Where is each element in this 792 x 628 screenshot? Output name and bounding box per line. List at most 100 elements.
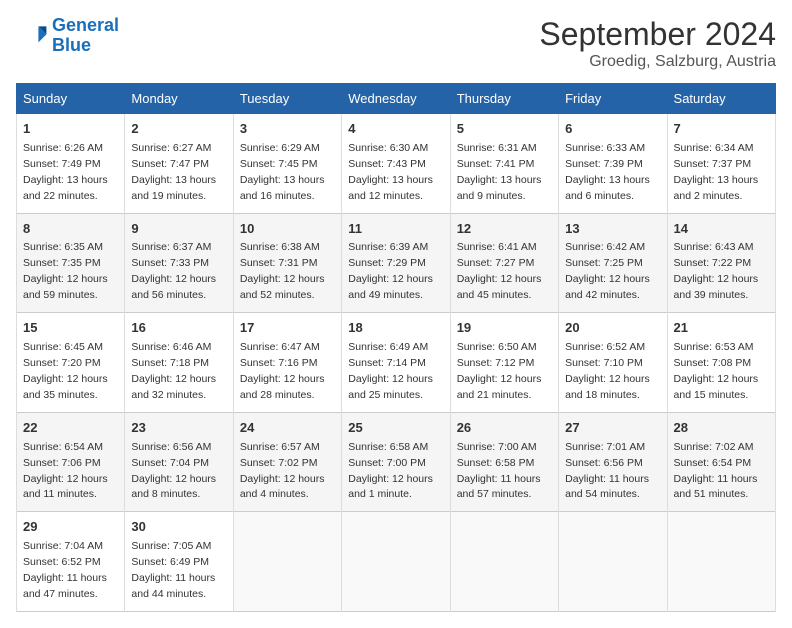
day-number: 1 bbox=[23, 120, 118, 139]
day-number: 8 bbox=[23, 220, 118, 239]
week-row-4: 22 Sunrise: 6:54 AM Sunset: 7:06 PM Dayli… bbox=[17, 412, 776, 512]
day-info: Sunrise: 6:47 AM Sunset: 7:16 PM Dayligh… bbox=[240, 341, 325, 401]
day-number: 3 bbox=[240, 120, 335, 139]
day-info: Sunrise: 6:43 AM Sunset: 7:22 PM Dayligh… bbox=[674, 241, 759, 301]
day-number: 18 bbox=[348, 319, 443, 338]
col-header-saturday: Saturday bbox=[667, 84, 775, 114]
page-header: General Blue September 2024 Groedig, Sal… bbox=[16, 16, 776, 71]
col-header-monday: Monday bbox=[125, 84, 233, 114]
day-cell: 23 Sunrise: 6:56 AM Sunset: 7:04 PM Dayli… bbox=[125, 412, 233, 512]
logo-icon bbox=[16, 20, 48, 52]
day-cell: 27Sunrise: 7:01 AM Sunset: 6:56 PM Dayli… bbox=[559, 412, 667, 512]
day-cell: 14 Sunrise: 6:43 AM Sunset: 7:22 PM Dayli… bbox=[667, 213, 775, 313]
day-info: Sunrise: 6:27 AM Sunset: 7:47 PM Dayligh… bbox=[131, 142, 216, 202]
day-info: Sunrise: 6:34 AM Sunset: 7:37 PM Dayligh… bbox=[674, 142, 759, 202]
day-number: 9 bbox=[131, 220, 226, 239]
day-number: 16 bbox=[131, 319, 226, 338]
day-cell bbox=[559, 512, 667, 612]
col-header-tuesday: Tuesday bbox=[233, 84, 341, 114]
day-info: Sunrise: 6:58 AM Sunset: 7:00 PM Dayligh… bbox=[348, 441, 433, 501]
day-cell: 25 Sunrise: 6:58 AM Sunset: 7:00 PM Dayli… bbox=[342, 412, 450, 512]
logo: General Blue bbox=[16, 16, 119, 56]
day-info: Sunrise: 6:57 AM Sunset: 7:02 PM Dayligh… bbox=[240, 441, 325, 501]
day-cell: 13 Sunrise: 6:42 AM Sunset: 7:25 PM Dayli… bbox=[559, 213, 667, 313]
day-cell bbox=[667, 512, 775, 612]
day-cell: 3 Sunrise: 6:29 AM Sunset: 7:45 PM Daylig… bbox=[233, 114, 341, 214]
day-cell: 6Sunrise: 6:33 AM Sunset: 7:39 PM Daylig… bbox=[559, 114, 667, 214]
day-info: Sunrise: 6:42 AM Sunset: 7:25 PM Dayligh… bbox=[565, 241, 650, 301]
day-info: Sunrise: 7:05 AM Sunset: 6:49 PM Dayligh… bbox=[131, 540, 215, 600]
logo-text: General Blue bbox=[52, 16, 119, 56]
col-header-thursday: Thursday bbox=[450, 84, 558, 114]
title-block: September 2024 Groedig, Salzburg, Austri… bbox=[539, 16, 776, 71]
calendar-table: SundayMondayTuesdayWednesdayThursdayFrid… bbox=[16, 83, 776, 612]
col-header-friday: Friday bbox=[559, 84, 667, 114]
day-number: 10 bbox=[240, 220, 335, 239]
day-info: Sunrise: 6:46 AM Sunset: 7:18 PM Dayligh… bbox=[131, 341, 216, 401]
day-cell: 4 Sunrise: 6:30 AM Sunset: 7:43 PM Daylig… bbox=[342, 114, 450, 214]
month-title: September 2024 bbox=[539, 16, 776, 53]
day-cell: 22 Sunrise: 6:54 AM Sunset: 7:06 PM Dayli… bbox=[17, 412, 125, 512]
day-number: 6 bbox=[565, 120, 660, 139]
day-info: Sunrise: 7:04 AM Sunset: 6:52 PM Dayligh… bbox=[23, 540, 107, 600]
day-number: 29 bbox=[23, 518, 118, 537]
day-number: 28 bbox=[674, 419, 769, 438]
day-cell: 12 Sunrise: 6:41 AM Sunset: 7:27 PM Dayli… bbox=[450, 213, 558, 313]
day-number: 17 bbox=[240, 319, 335, 338]
day-number: 19 bbox=[457, 319, 552, 338]
day-cell: 1Sunrise: 6:26 AM Sunset: 7:49 PM Daylig… bbox=[17, 114, 125, 214]
day-info: Sunrise: 6:50 AM Sunset: 7:12 PM Dayligh… bbox=[457, 341, 542, 401]
day-number: 14 bbox=[674, 220, 769, 239]
day-number: 11 bbox=[348, 220, 443, 239]
day-number: 4 bbox=[348, 120, 443, 139]
day-number: 7 bbox=[674, 120, 769, 139]
day-number: 22 bbox=[23, 419, 118, 438]
day-info: Sunrise: 7:02 AM Sunset: 6:54 PM Dayligh… bbox=[674, 441, 758, 501]
day-cell bbox=[233, 512, 341, 612]
day-cell: 26Sunrise: 7:00 AM Sunset: 6:58 PM Dayli… bbox=[450, 412, 558, 512]
day-info: Sunrise: 6:54 AM Sunset: 7:06 PM Dayligh… bbox=[23, 441, 108, 501]
week-row-5: 29 Sunrise: 7:04 AM Sunset: 6:52 PM Dayli… bbox=[17, 512, 776, 612]
day-cell: 28 Sunrise: 7:02 AM Sunset: 6:54 PM Dayli… bbox=[667, 412, 775, 512]
day-cell bbox=[450, 512, 558, 612]
col-header-sunday: Sunday bbox=[17, 84, 125, 114]
day-info: Sunrise: 6:37 AM Sunset: 7:33 PM Dayligh… bbox=[131, 241, 216, 301]
day-cell: 30 Sunrise: 7:05 AM Sunset: 6:49 PM Dayli… bbox=[125, 512, 233, 612]
day-info: Sunrise: 6:41 AM Sunset: 7:27 PM Dayligh… bbox=[457, 241, 542, 301]
day-number: 15 bbox=[23, 319, 118, 338]
day-cell: 29 Sunrise: 7:04 AM Sunset: 6:52 PM Dayli… bbox=[17, 512, 125, 612]
day-cell: 8 Sunrise: 6:35 AM Sunset: 7:35 PM Daylig… bbox=[17, 213, 125, 313]
day-info: Sunrise: 6:31 AM Sunset: 7:41 PM Dayligh… bbox=[457, 142, 542, 202]
day-info: Sunrise: 6:29 AM Sunset: 7:45 PM Dayligh… bbox=[240, 142, 325, 202]
day-info: Sunrise: 6:53 AM Sunset: 7:08 PM Dayligh… bbox=[674, 341, 759, 401]
day-cell: 18Sunrise: 6:49 AM Sunset: 7:14 PM Dayli… bbox=[342, 313, 450, 413]
logo-line2: Blue bbox=[52, 35, 91, 55]
day-number: 25 bbox=[348, 419, 443, 438]
day-info: Sunrise: 6:38 AM Sunset: 7:31 PM Dayligh… bbox=[240, 241, 325, 301]
day-number: 2 bbox=[131, 120, 226, 139]
day-info: Sunrise: 6:52 AM Sunset: 7:10 PM Dayligh… bbox=[565, 341, 650, 401]
day-cell bbox=[342, 512, 450, 612]
day-cell: 2 Sunrise: 6:27 AM Sunset: 7:47 PM Daylig… bbox=[125, 114, 233, 214]
day-cell: 9 Sunrise: 6:37 AM Sunset: 7:33 PM Daylig… bbox=[125, 213, 233, 313]
day-cell: 15 Sunrise: 6:45 AM Sunset: 7:20 PM Dayli… bbox=[17, 313, 125, 413]
day-number: 23 bbox=[131, 419, 226, 438]
day-info: Sunrise: 6:30 AM Sunset: 7:43 PM Dayligh… bbox=[348, 142, 433, 202]
header-row: SundayMondayTuesdayWednesdayThursdayFrid… bbox=[17, 84, 776, 114]
day-info: Sunrise: 7:00 AM Sunset: 6:58 PM Dayligh… bbox=[457, 441, 541, 501]
day-info: Sunrise: 6:35 AM Sunset: 7:35 PM Dayligh… bbox=[23, 241, 108, 301]
day-number: 12 bbox=[457, 220, 552, 239]
day-info: Sunrise: 6:56 AM Sunset: 7:04 PM Dayligh… bbox=[131, 441, 216, 501]
day-number: 13 bbox=[565, 220, 660, 239]
day-cell: 17 Sunrise: 6:47 AM Sunset: 7:16 PM Dayli… bbox=[233, 313, 341, 413]
day-info: Sunrise: 6:45 AM Sunset: 7:20 PM Dayligh… bbox=[23, 341, 108, 401]
logo-line1: General bbox=[52, 15, 119, 35]
col-header-wednesday: Wednesday bbox=[342, 84, 450, 114]
day-number: 30 bbox=[131, 518, 226, 537]
day-number: 5 bbox=[457, 120, 552, 139]
day-cell: 21Sunrise: 6:53 AM Sunset: 7:08 PM Dayli… bbox=[667, 313, 775, 413]
day-number: 27 bbox=[565, 419, 660, 438]
day-number: 20 bbox=[565, 319, 660, 338]
day-cell: 7 Sunrise: 6:34 AM Sunset: 7:37 PM Daylig… bbox=[667, 114, 775, 214]
day-info: Sunrise: 6:39 AM Sunset: 7:29 PM Dayligh… bbox=[348, 241, 433, 301]
